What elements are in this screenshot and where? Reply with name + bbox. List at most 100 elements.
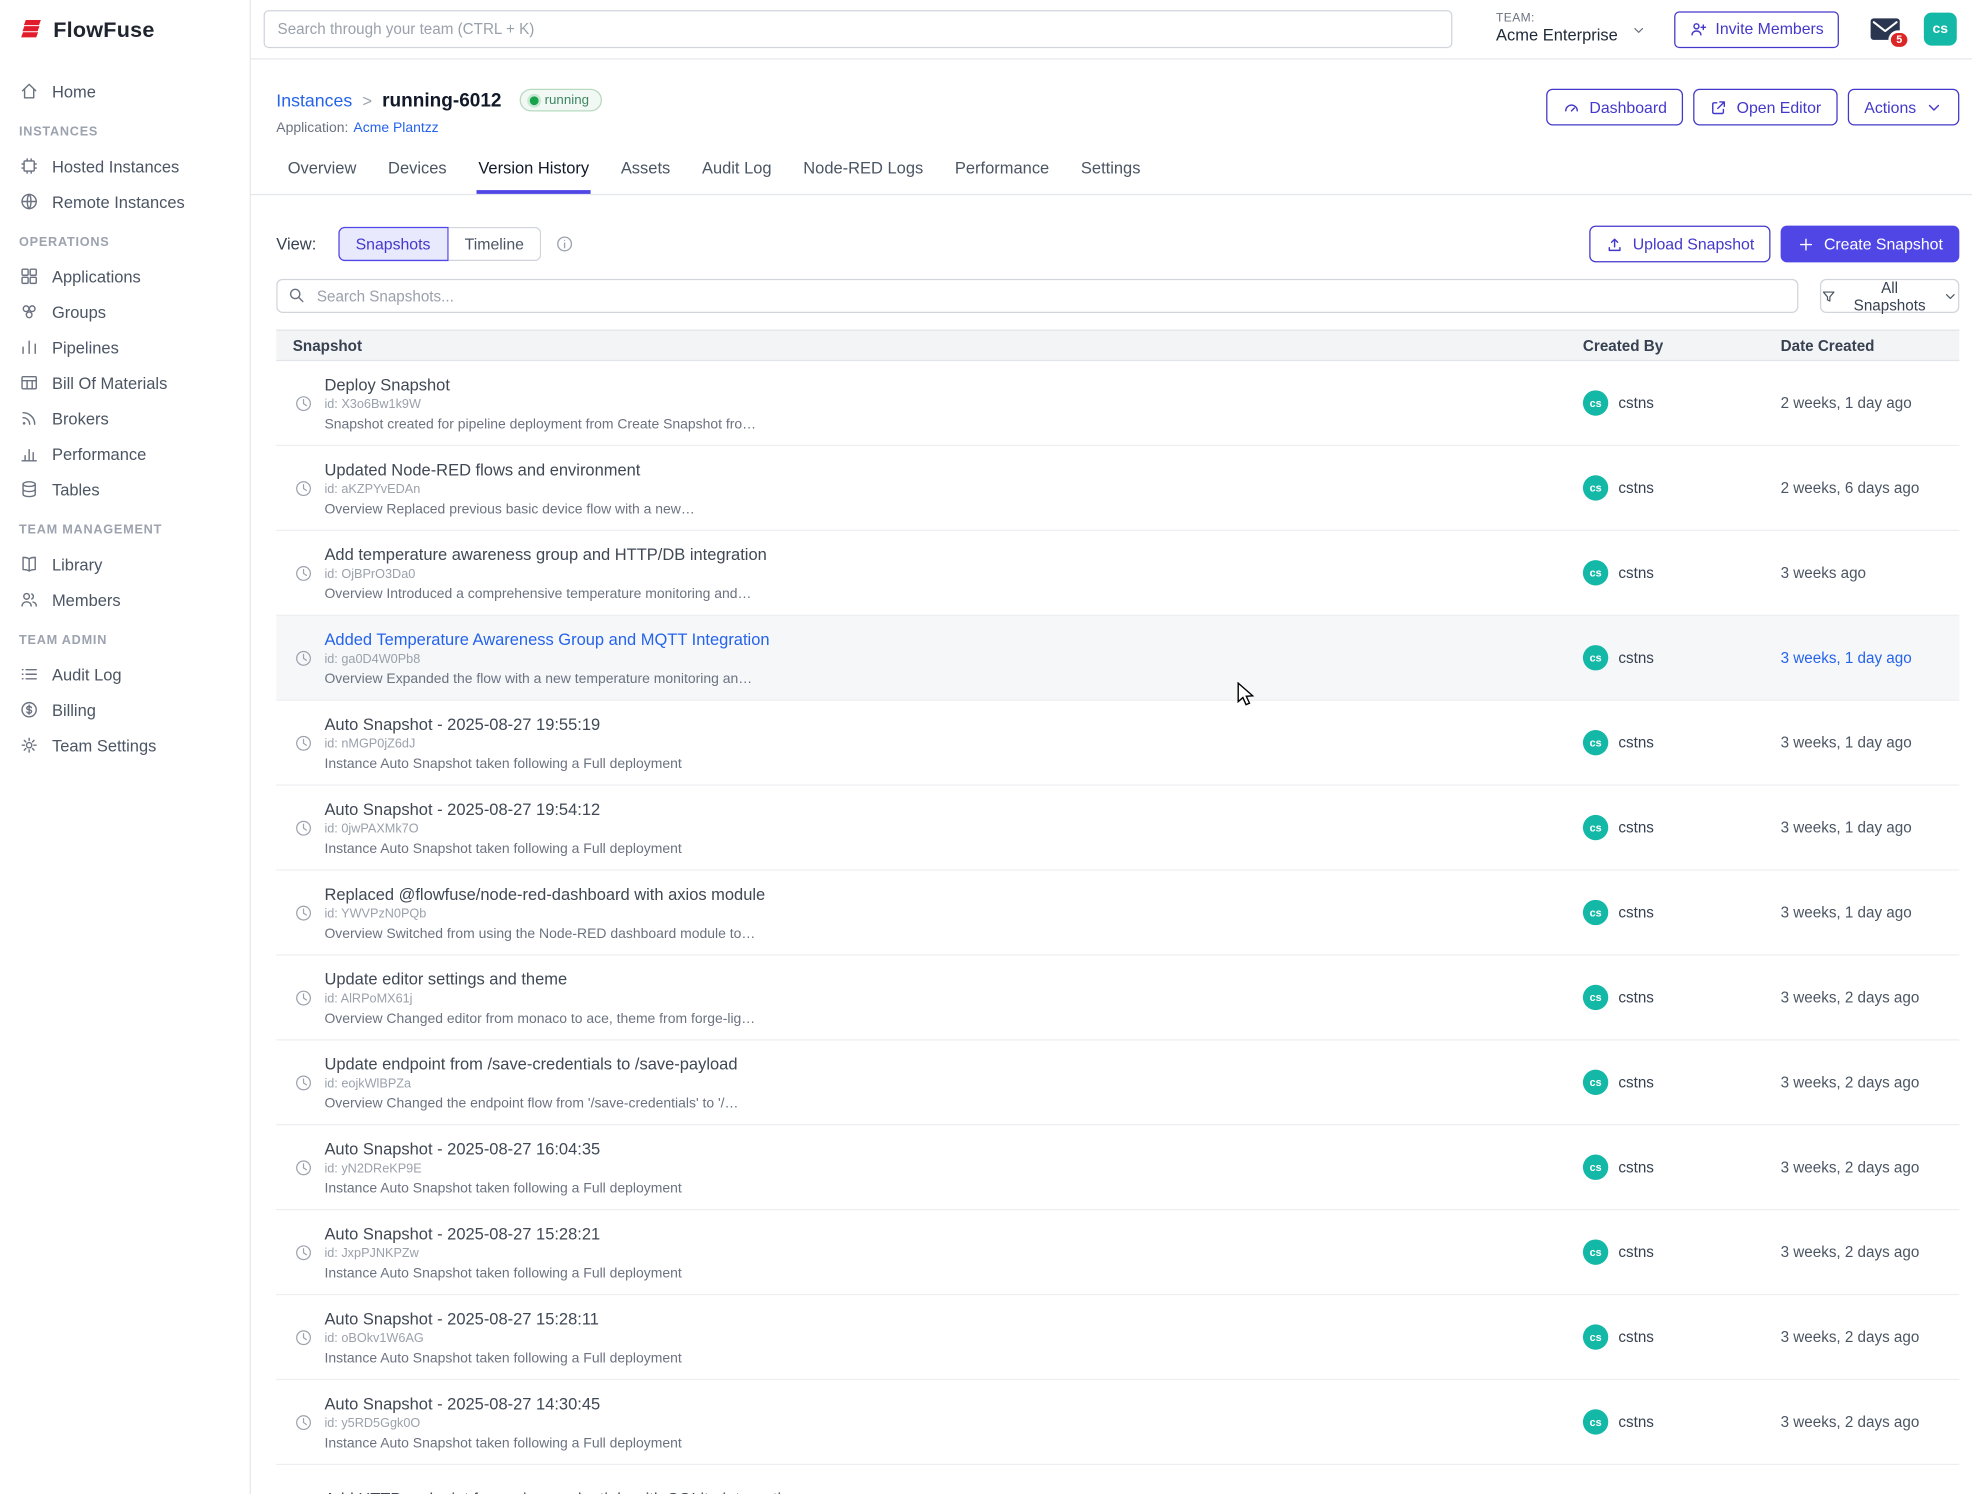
snapshot-rows: Deploy Snapshot id: X3o6Bw1k9W Snapshot …: [276, 361, 1959, 1494]
clock-icon: [294, 903, 313, 922]
snapshot-title[interactable]: Auto Snapshot - 2025-08-27 15:28:21: [324, 1224, 681, 1243]
sidebar-item-label: Pipelines: [52, 338, 119, 357]
team-search-input[interactable]: [264, 10, 1453, 48]
table-row[interactable]: Update editor settings and theme id: AlR…: [276, 956, 1959, 1041]
table-row[interactable]: Update endpoint from /save-credentials t…: [276, 1040, 1959, 1125]
snapshot-filter-dropdown[interactable]: All Snapshots: [1820, 279, 1959, 313]
main-content: Instances > running-6012 running Applica…: [251, 60, 1972, 1494]
page-header: Instances > running-6012 running Applica…: [251, 60, 1972, 136]
snapshot-id: id: ga0D4W0Pb8: [324, 652, 769, 666]
sidebar-item-members[interactable]: Members: [0, 582, 250, 617]
snapshot-cell: Update editor settings and theme id: AlR…: [276, 969, 1583, 1026]
snapshot-title[interactable]: Auto Snapshot - 2025-08-27 19:54:12: [324, 799, 681, 818]
avatar: cs: [1583, 645, 1608, 670]
snapshot-title[interactable]: Auto Snapshot - 2025-08-27 16:04:35: [324, 1139, 681, 1158]
user-avatar[interactable]: cs: [1924, 13, 1957, 46]
snapshot-title[interactable]: Replaced @flowfuse/node-red-dashboard wi…: [324, 884, 765, 903]
avatar: cs: [1583, 1409, 1608, 1434]
table-header: Snapshot Created By Date Created: [276, 330, 1959, 362]
tab-devices[interactable]: Devices: [387, 155, 448, 194]
chip-icon: [19, 156, 39, 176]
application-link[interactable]: Acme Plantzz: [353, 120, 438, 135]
snapshot-title[interactable]: Update editor settings and theme: [324, 969, 755, 988]
create-snapshot-label: Create Snapshot: [1824, 235, 1943, 253]
snapshot-search-input[interactable]: [276, 279, 1798, 313]
snapshot-title[interactable]: Update endpoint from /save-credentials t…: [324, 1054, 738, 1073]
snapshots-toggle[interactable]: Snapshots: [338, 227, 448, 261]
sidebar-item-billing[interactable]: Billing: [0, 692, 250, 727]
snapshot-title[interactable]: Auto Snapshot - 2025-08-27 19:55:19: [324, 714, 681, 733]
timeline-toggle[interactable]: Timeline: [448, 227, 542, 261]
table-row[interactable]: Auto Snapshot - 2025-08-27 15:28:21 id: …: [276, 1210, 1959, 1295]
team-selector[interactable]: TEAM: Acme Enterprise: [1496, 13, 1646, 46]
snapshot-title[interactable]: Add temperature awareness group and HTTP…: [324, 544, 766, 563]
avatar: cs: [1583, 1070, 1608, 1095]
date-created: 3 weeks, 2 days ago: [1781, 1413, 1960, 1431]
table-row[interactable]: Auto Snapshot - 2025-08-27 16:04:35 id: …: [276, 1125, 1959, 1210]
sidebar-item-applications[interactable]: Applications: [0, 259, 250, 294]
tab-version-history[interactable]: Version History: [477, 155, 590, 194]
snapshot-title[interactable]: Updated Node-RED flows and environment: [324, 459, 694, 478]
flowfuse-logo[interactable]: FlowFuse: [0, 0, 250, 60]
invite-members-button[interactable]: Invite Members: [1674, 11, 1839, 48]
tab-assets[interactable]: Assets: [620, 155, 672, 194]
sidebar-item-audit-log[interactable]: Audit Log: [0, 656, 250, 691]
snapshot-title[interactable]: Added Temperature Awareness Group and MQ…: [324, 629, 769, 648]
table-row[interactable]: Auto Snapshot - 2025-08-27 19:54:12 id: …: [276, 786, 1959, 871]
header-actions: Dashboard Open Editor Actions: [1546, 89, 1959, 126]
notifications-button[interactable]: 5: [1869, 16, 1901, 41]
snapshot-title[interactable]: Deploy Snapshot: [324, 375, 756, 394]
snapshot-id: id: 0jwPAXMk7O: [324, 822, 681, 836]
table-row[interactable]: Auto Snapshot - 2025-08-27 15:28:11 id: …: [276, 1295, 1959, 1380]
tab-overview[interactable]: Overview: [286, 155, 357, 194]
info-icon[interactable]: [556, 234, 575, 253]
create-snapshot-button[interactable]: Create Snapshot: [1781, 226, 1959, 263]
column-snapshot: Snapshot: [276, 336, 1583, 354]
status-dot-icon: [529, 96, 538, 105]
sidebar-item-groups[interactable]: Groups: [0, 294, 250, 329]
table-row[interactable]: Replaced @flowfuse/node-red-dashboard wi…: [276, 871, 1959, 956]
sidebar-item-remote-instances[interactable]: Remote Instances: [0, 184, 250, 219]
table-row[interactable]: Add HTTP endpoint for saving credentials…: [276, 1465, 1959, 1494]
snapshot-description: Overview Replaced previous basic device …: [324, 501, 694, 516]
sidebar-item-hosted-instances[interactable]: Hosted Instances: [0, 148, 250, 183]
actions-button[interactable]: Actions: [1848, 89, 1960, 126]
tab-settings[interactable]: Settings: [1080, 155, 1142, 194]
snapshot-title[interactable]: Auto Snapshot - 2025-08-27 14:30:45: [324, 1393, 681, 1412]
tab-performance[interactable]: Performance: [954, 155, 1051, 194]
table-row[interactable]: Deploy Snapshot id: X3o6Bw1k9W Snapshot …: [276, 361, 1959, 446]
sidebar-item-brokers[interactable]: Brokers: [0, 400, 250, 435]
sidebar-item-library[interactable]: Library: [0, 546, 250, 581]
sidebar-section-team-management: TEAM MANAGEMENT: [0, 507, 250, 546]
sidebar-item-pipelines[interactable]: Pipelines: [0, 330, 250, 365]
sidebar-item-bill-of-materials[interactable]: Bill Of Materials: [0, 365, 250, 400]
snapshot-search-row: All Snapshots: [276, 279, 1959, 313]
table-row[interactable]: Auto Snapshot - 2025-08-27 14:30:45 id: …: [276, 1380, 1959, 1465]
table-row[interactable]: Auto Snapshot - 2025-08-27 19:55:19 id: …: [276, 701, 1959, 786]
snapshot-description: Overview Switched from using the Node-RE…: [324, 926, 765, 941]
table-row[interactable]: Add temperature awareness group and HTTP…: [276, 531, 1959, 616]
avatar: cs: [1583, 560, 1608, 585]
sidebar-item-tables[interactable]: Tables: [0, 471, 250, 506]
open-editor-button[interactable]: Open Editor: [1694, 89, 1838, 126]
dashboard-button[interactable]: Dashboard: [1546, 89, 1683, 126]
tab-audit-log[interactable]: Audit Log: [701, 155, 773, 194]
snapshot-title[interactable]: Auto Snapshot - 2025-08-27 15:28:11: [324, 1309, 681, 1328]
table-row[interactable]: Added Temperature Awareness Group and MQ…: [276, 616, 1959, 701]
team-name: Acme Enterprise: [1496, 27, 1618, 46]
breadcrumb-instances-link[interactable]: Instances: [276, 90, 352, 110]
date-created: 3 weeks ago: [1781, 564, 1960, 582]
snapshot-description: Instance Auto Snapshot taken following a…: [324, 1435, 681, 1450]
date-created: 3 weeks, 2 days ago: [1781, 1073, 1960, 1091]
dashboard-label: Dashboard: [1589, 98, 1667, 116]
table-row[interactable]: Updated Node-RED flows and environment i…: [276, 446, 1959, 531]
sidebar-item-team-settings[interactable]: Team Settings: [0, 727, 250, 762]
chevron-down-icon: [1943, 288, 1958, 303]
sidebar-item-performance[interactable]: Performance: [0, 436, 250, 471]
snapshot-title[interactable]: Add HTTP endpoint for saving credentials…: [324, 1489, 799, 1494]
date-created: 3 weeks, 1 day ago: [1781, 819, 1960, 837]
sidebar-item-home[interactable]: Home: [0, 74, 250, 109]
tab-node-red-logs[interactable]: Node-RED Logs: [802, 155, 924, 194]
upload-snapshot-button[interactable]: Upload Snapshot: [1590, 226, 1771, 263]
clock-icon: [294, 1243, 313, 1262]
